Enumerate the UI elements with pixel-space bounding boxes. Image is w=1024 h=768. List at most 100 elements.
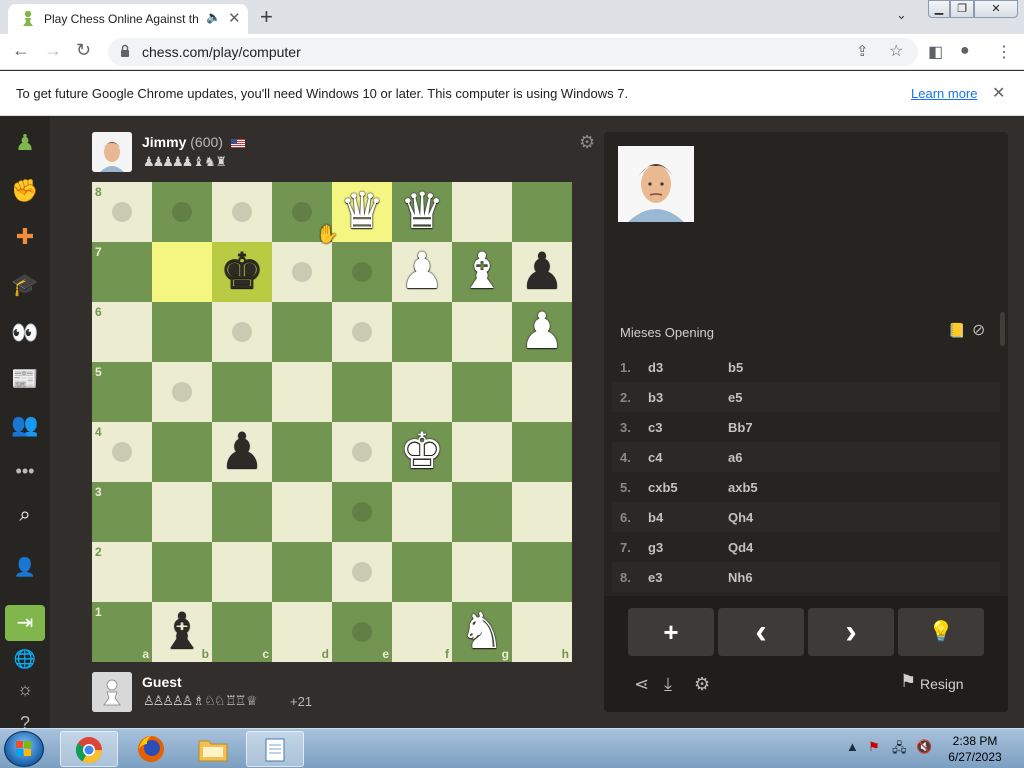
minimize-window-button[interactable]: ▁ — [928, 0, 950, 18]
move-hint-dot[interactable] — [352, 622, 372, 642]
square-d1[interactable]: d — [272, 602, 332, 662]
tray-expand-icon[interactable]: ▲ — [846, 739, 859, 754]
firefox-taskbar-button[interactable] — [122, 731, 180, 767]
square-d6[interactable] — [272, 302, 332, 362]
speaker-icon[interactable]: 🔈 — [206, 10, 221, 24]
address-bar[interactable]: chess.com/play/computer ⇪ ☆ — [108, 38, 918, 66]
white-move[interactable]: b4 — [648, 510, 663, 525]
move-hint-dot[interactable] — [292, 262, 312, 282]
square-h5[interactable] — [512, 362, 572, 422]
move-hint-dot[interactable] — [352, 562, 372, 582]
settings-gear-icon[interactable]: ⚙ — [694, 674, 710, 695]
white-move[interactable]: d3 — [648, 360, 663, 375]
move-hint-dot[interactable] — [232, 322, 252, 342]
black-move[interactable]: Qd4 — [728, 540, 753, 555]
white-pawn-f7[interactable]: ♟ — [392, 242, 452, 302]
opening-book-icon[interactable]: 📒 — [948, 322, 965, 339]
square-a6[interactable]: 6 — [92, 302, 152, 362]
black-move[interactable]: a6 — [728, 450, 742, 465]
bookmark-star-icon[interactable]: ☆ — [889, 41, 903, 61]
square-d5[interactable] — [272, 362, 332, 422]
play-icon[interactable]: ✊ — [8, 174, 42, 208]
white-move[interactable]: c4 — [648, 450, 662, 465]
square-g4[interactable] — [452, 422, 512, 482]
new-tab-button[interactable]: + — [260, 4, 273, 30]
chesscom-logo-icon[interactable]: ♟ — [8, 126, 42, 160]
square-h1[interactable]: h — [512, 602, 572, 662]
square-b6[interactable] — [152, 302, 212, 362]
globe-icon[interactable]: 🌐 — [8, 642, 42, 676]
black-king-c7[interactable]: ♚ — [212, 242, 272, 302]
player-name[interactable]: Guest — [142, 674, 182, 690]
square-c3[interactable] — [212, 482, 272, 542]
move-hint-dot[interactable] — [352, 502, 372, 522]
black-move[interactable]: b5 — [728, 360, 743, 375]
watch-icon[interactable]: 👀 — [8, 316, 42, 350]
black-move[interactable]: Bb7 — [728, 420, 753, 435]
new-game-button[interactable]: + — [628, 608, 714, 656]
square-f2[interactable] — [392, 542, 452, 602]
share-icon[interactable]: ⋖ — [634, 674, 649, 695]
learn-more-link[interactable]: Learn more — [911, 86, 977, 101]
hint-lightbulb-button[interactable]: 💡 — [898, 608, 984, 656]
player-avatar[interactable] — [92, 672, 132, 712]
square-b4[interactable] — [152, 422, 212, 482]
black-move[interactable]: axb5 — [728, 480, 758, 495]
move-hint-dot[interactable] — [352, 262, 372, 282]
square-d2[interactable] — [272, 542, 332, 602]
browser-tab[interactable]: Play Chess Online Against th 🔈 ✕ — [8, 4, 248, 34]
white-queen-e8[interactable]: ♛ — [332, 182, 392, 242]
learn-icon[interactable]: 🎓 — [8, 268, 42, 302]
square-a5[interactable]: 5 — [92, 362, 152, 422]
windows-start-button[interactable] — [4, 731, 44, 767]
square-f1[interactable]: f — [392, 602, 452, 662]
square-g5[interactable] — [452, 362, 512, 422]
reload-icon[interactable]: ↻ — [76, 40, 91, 61]
black-bishop-b1[interactable]: ♝ — [152, 602, 212, 662]
resign-button[interactable]: Resign — [920, 676, 964, 692]
forward-arrow-icon[interactable]: → — [44, 40, 62, 61]
square-f3[interactable] — [392, 482, 452, 542]
search-icon[interactable]: ⌕ — [8, 498, 42, 532]
theme-icon[interactable]: ☼ — [8, 672, 42, 706]
white-bishop-g7[interactable]: ♝ — [452, 242, 512, 302]
black-pawn-h7[interactable]: ♟ — [512, 242, 572, 302]
square-c2[interactable] — [212, 542, 272, 602]
move-hint-dot[interactable] — [292, 202, 312, 222]
white-move[interactable]: cxb5 — [648, 480, 678, 495]
social-icon[interactable]: 👥 — [8, 408, 42, 442]
black-move[interactable]: Nh6 — [728, 570, 753, 585]
square-e5[interactable] — [332, 362, 392, 422]
close-window-button[interactable]: ✕ — [974, 0, 1018, 18]
move-hint-dot[interactable] — [112, 442, 132, 462]
side-panel-icon[interactable]: ◧ — [928, 42, 943, 62]
white-king-f4[interactable]: ♚ — [392, 422, 452, 482]
more-icon[interactable]: ••• — [8, 454, 42, 488]
profile-icon[interactable]: ● — [960, 42, 970, 60]
square-h2[interactable] — [512, 542, 572, 602]
move-hint-dot[interactable] — [172, 382, 192, 402]
share-icon[interactable]: ⇪ — [856, 42, 869, 60]
explorer-taskbar-button[interactable] — [184, 731, 242, 767]
action-center-icon[interactable]: ⚑ — [868, 739, 880, 755]
restore-window-button[interactable]: ❐ — [950, 0, 974, 18]
square-h4[interactable] — [512, 422, 572, 482]
square-d3[interactable] — [272, 482, 332, 542]
back-arrow-icon[interactable]: ← — [12, 40, 30, 61]
square-b2[interactable] — [152, 542, 212, 602]
chrome-taskbar-button[interactable] — [60, 731, 118, 767]
move-hint-dot[interactable] — [352, 442, 372, 462]
volume-muted-icon[interactable]: 🔇 — [916, 739, 932, 755]
white-knight-g1[interactable]: ♞ — [452, 602, 512, 662]
next-move-button[interactable]: › — [808, 608, 894, 656]
opponent-name[interactable]: Jimmy (600) — [142, 134, 245, 150]
square-d4[interactable] — [272, 422, 332, 482]
previous-move-button[interactable]: ‹ — [718, 608, 804, 656]
moves-scrollbar[interactable] — [1000, 312, 1005, 346]
square-a3[interactable]: 3 — [92, 482, 152, 542]
opponent-avatar[interactable] — [92, 132, 132, 172]
flag-icon[interactable]: ⚑ — [900, 671, 916, 692]
infobar-close-icon[interactable]: ✕ — [992, 83, 1005, 103]
notepad-taskbar-button[interactable] — [246, 731, 304, 767]
white-move[interactable]: g3 — [648, 540, 663, 555]
